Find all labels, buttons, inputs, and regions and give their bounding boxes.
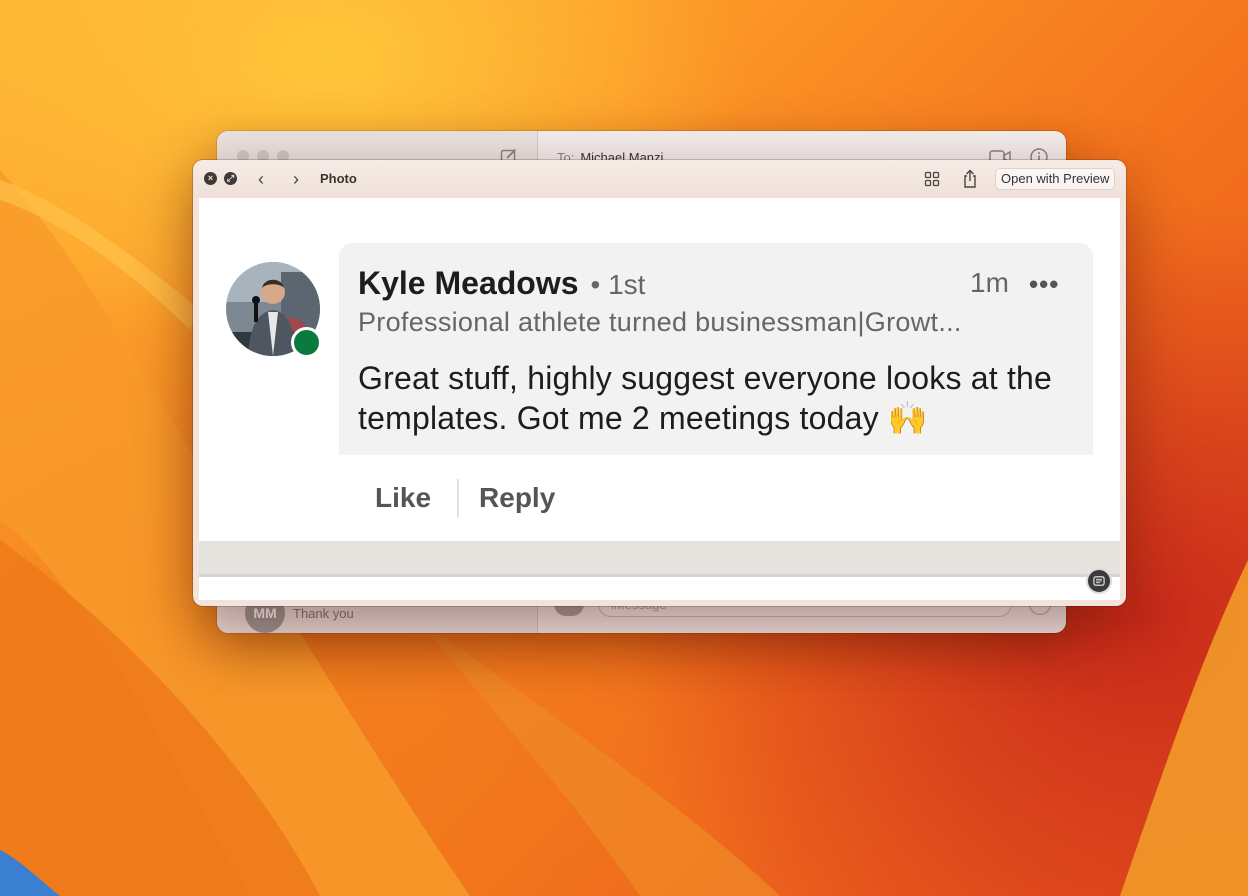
comment-text: Great stuff, highly suggest everyone loo… — [358, 360, 1053, 436]
quicklook-toolbar: × ⤢ ‹ › Photo Open with Preview — [193, 160, 1126, 198]
author-headline: Professional athlete turned businessman|… — [358, 307, 962, 337]
reply-button[interactable]: Reply — [479, 482, 555, 514]
like-button[interactable]: Like — [375, 482, 431, 514]
divider-band — [199, 541, 1120, 577]
author-row: Kyle Meadows • 1st — [358, 265, 645, 302]
conversation-preview: Thank you — [293, 605, 354, 621]
comment-bubble: Kyle Meadows • 1st 1m ••• Professional a… — [339, 243, 1093, 455]
open-with-preview-button[interactable]: Open with Preview — [995, 168, 1116, 190]
share-icon[interactable] — [962, 169, 978, 189]
grid-icon[interactable] — [924, 171, 940, 187]
close-icon[interactable]: × — [204, 172, 217, 185]
live-text-icon[interactable] — [1086, 568, 1112, 594]
comment-timestamp: 1m — [970, 267, 1009, 298]
action-divider — [457, 479, 460, 517]
fullscreen-icon[interactable]: ⤢ — [224, 172, 237, 185]
window-title: Photo — [320, 171, 357, 186]
photo-content: Kyle Meadows • 1st 1m ••• Professional a… — [199, 198, 1120, 600]
connection-degree: • 1st — [590, 269, 646, 300]
quicklook-window: × ⤢ ‹ › Photo Open with Preview Kyle Mea… — [193, 160, 1126, 606]
comment-actions: Like Reply — [375, 479, 555, 517]
chevron-left-icon[interactable]: ‹ — [251, 169, 271, 189]
author-name[interactable]: Kyle Meadows — [358, 265, 579, 302]
online-status-indicator — [291, 327, 322, 358]
chevron-right-icon[interactable]: › — [286, 169, 306, 189]
more-options-icon[interactable]: ••• — [1029, 269, 1059, 300]
